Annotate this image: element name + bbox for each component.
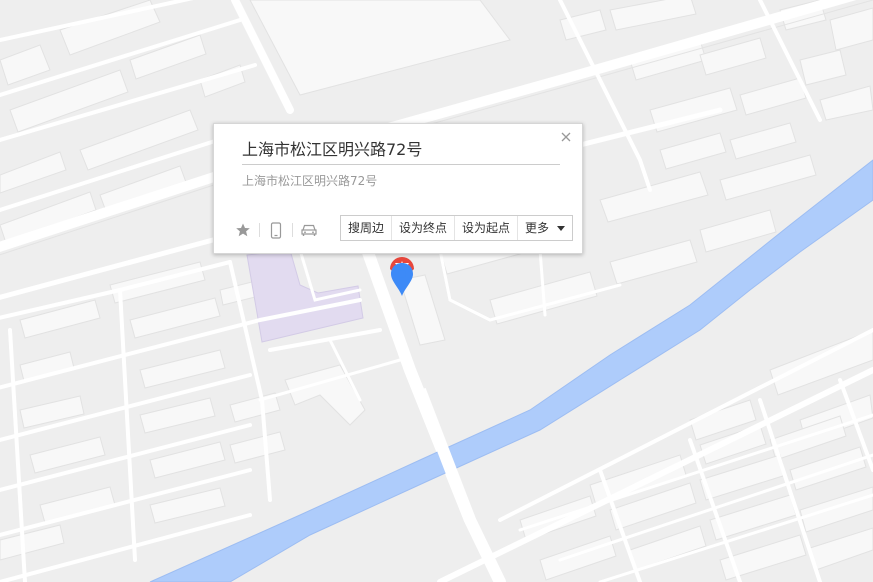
- more-button[interactable]: 更多: [517, 216, 572, 240]
- car-icon[interactable]: [300, 221, 318, 239]
- place-address: 上海市松江区明兴路72号: [242, 174, 378, 188]
- map-canvas[interactable]: [0, 0, 873, 582]
- quick-actions: [234, 220, 318, 240]
- action-buttons: 搜周边 设为终点 设为起点 更多: [340, 215, 574, 241]
- place-title: 上海市松江区明兴路72号: [242, 139, 560, 165]
- location-pin-icon: [390, 257, 414, 296]
- phone-icon[interactable]: [267, 221, 285, 239]
- close-icon[interactable]: [559, 129, 573, 143]
- divider: [259, 223, 260, 237]
- location-marker[interactable]: [387, 255, 417, 299]
- place-info-popup: 上海市松江区明兴路72号 上海市松江区明兴路72号 搜周边 设为终点 设为起点 …: [213, 123, 583, 254]
- search-nearby-button[interactable]: 搜周边: [341, 216, 391, 240]
- more-label: 更多: [525, 221, 550, 235]
- star-icon[interactable]: [234, 221, 252, 239]
- set-origin-button[interactable]: 设为起点: [454, 216, 517, 240]
- chevron-down-icon: [557, 225, 566, 231]
- divider: [292, 223, 293, 237]
- set-destination-button[interactable]: 设为终点: [391, 216, 454, 240]
